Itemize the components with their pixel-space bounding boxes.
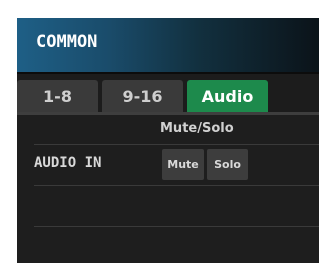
row-divider [34,185,319,186]
panel-title: COMMON [36,32,98,52]
header-divider [17,72,319,74]
row-divider [34,226,319,227]
tab-1-8[interactable]: 1-8 [17,80,98,112]
tab-9-16[interactable]: 9-16 [102,80,183,112]
panel-header: COMMON [17,18,319,72]
app-window: COMMON 1-8 9-16 Audio Mute/Solo AUDIO IN… [0,0,319,263]
tab-content: Mute/Solo AUDIO IN Mute Solo [17,115,319,263]
solo-button[interactable]: Solo [207,149,248,180]
tab-bar: 1-8 9-16 Audio [17,80,319,112]
mute-button[interactable]: Mute [162,149,204,180]
tab-audio[interactable]: Audio [187,80,268,112]
audio-in-label: AUDIO IN [34,155,102,171]
mute-solo-column-header: Mute/Solo [160,121,234,136]
common-panel: COMMON 1-8 9-16 Audio Mute/Solo AUDIO IN… [17,18,319,263]
row-divider [34,144,319,145]
